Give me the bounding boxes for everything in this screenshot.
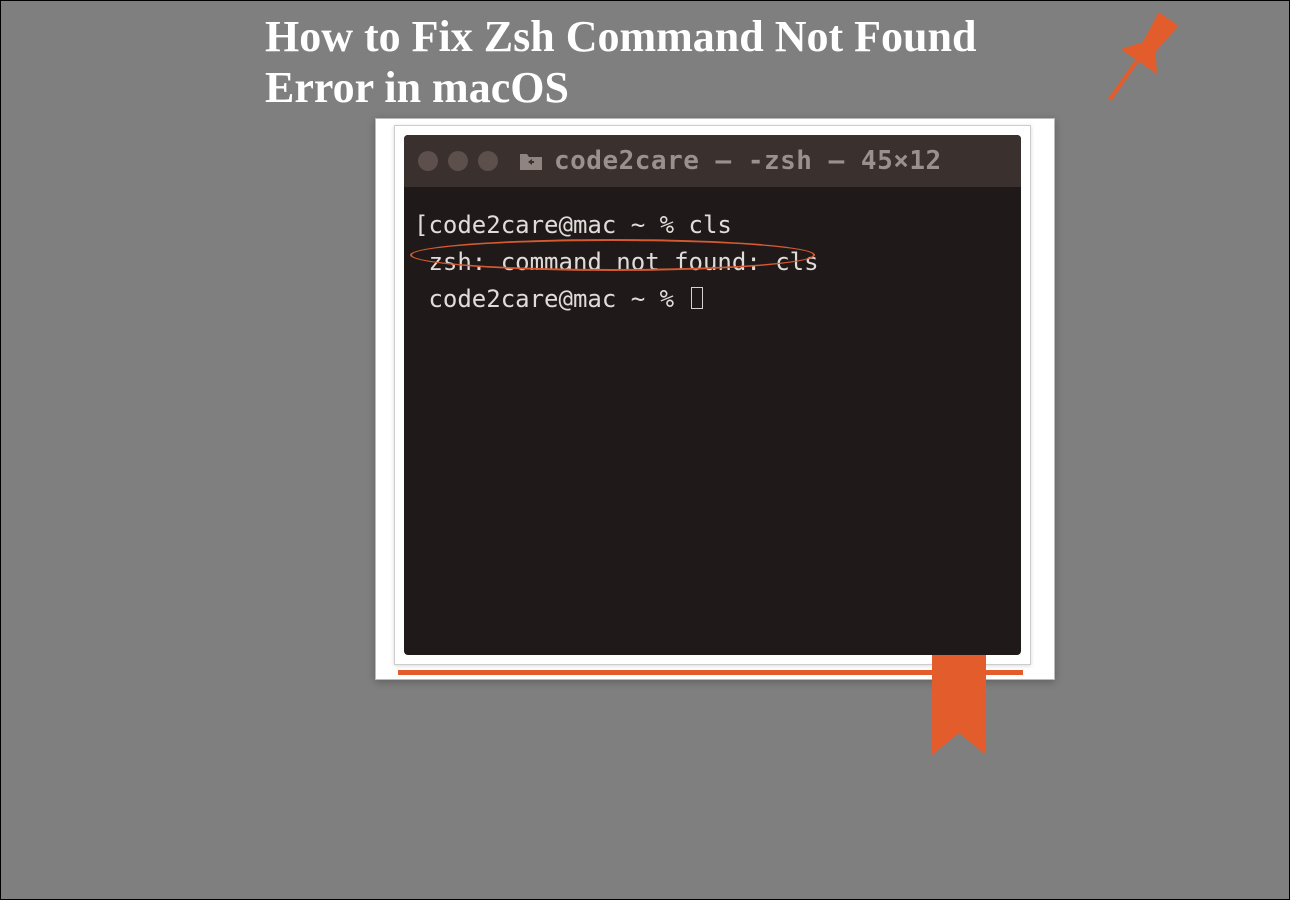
terminal-cursor [691,287,703,309]
folder-icon [518,150,544,172]
card-inner: code2care — -zsh — 45×12 [code2care@mac … [394,125,1031,665]
bookmark-icon [930,655,988,770]
terminal-prompt: code2care@mac ~ % [414,285,689,313]
close-traffic-light-icon[interactable] [418,151,438,171]
terminal-titlebar: code2care — -zsh — 45×12 [404,135,1021,187]
terminal-line-2-error: zsh: command not found: cls [414,244,1011,281]
minimize-traffic-light-icon[interactable] [448,151,468,171]
terminal-body[interactable]: [code2care@mac ~ % cls zsh: command not … [404,187,1021,339]
zoom-traffic-light-icon[interactable] [478,151,498,171]
terminal-window: code2care — -zsh — 45×12 [code2care@mac … [404,135,1021,655]
terminal-line-1: [code2care@mac ~ % cls [414,207,1011,244]
terminal-line-3: code2care@mac ~ % [414,281,1011,318]
pin-icon [1080,0,1200,125]
terminal-title: code2care — -zsh — 45×12 [554,146,942,176]
page-title: How to Fix Zsh Command Not Found Error i… [265,12,1065,113]
